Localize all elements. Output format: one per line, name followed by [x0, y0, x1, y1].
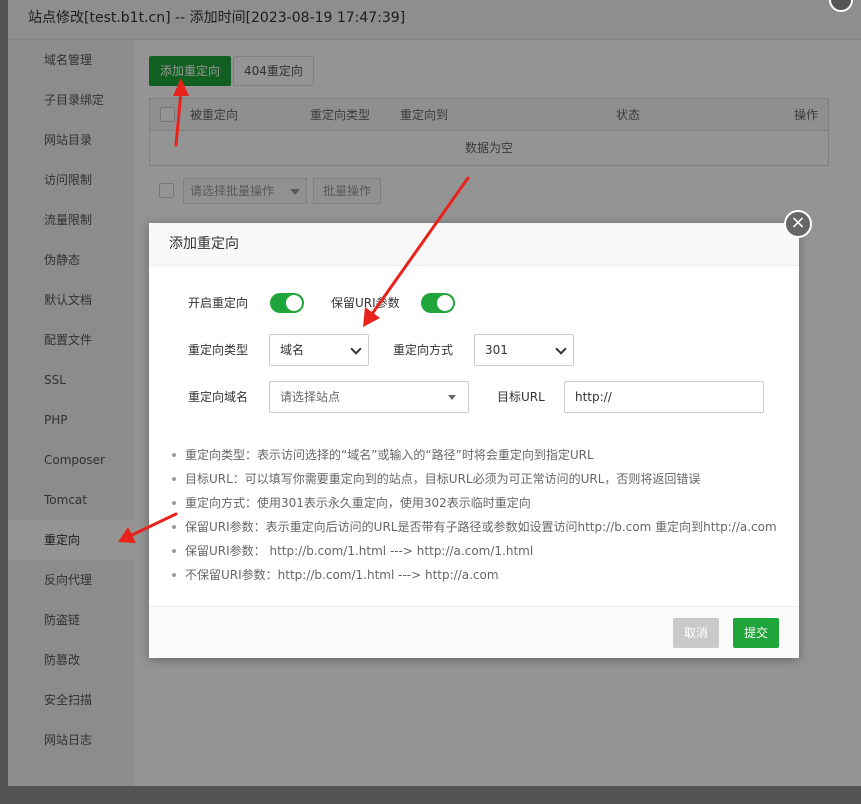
keep-uri-label: 保留URI参数: [331, 296, 400, 310]
submit-button[interactable]: 提交: [732, 618, 779, 648]
note-item: 重定向方式：使用301表示永久重定向，使用302表示临时重定向: [169, 491, 789, 515]
cancel-button[interactable]: 取消: [672, 618, 719, 648]
toggle-row: 开启重定向 保留URI参数: [149, 287, 799, 319]
redirect-domain-select[interactable]: 请选择站点: [269, 381, 469, 413]
redirect-type-label: 重定向类型: [188, 343, 249, 357]
enable-redirect-label: 开启重定向: [188, 296, 249, 310]
add-redirect-dialog: 添加重定向 × 开启重定向 保留URI参数 重定向类型 域名 重定向方式 301…: [149, 210, 812, 658]
dialog-footer: 取消 提交: [149, 606, 799, 658]
type-row: 重定向类型 域名 重定向方式 301: [149, 334, 799, 366]
dialog-title: 添加重定向: [149, 223, 799, 266]
note-item: 不保留URI参数：http://b.com/1.html ---> http:/…: [169, 563, 789, 587]
note-item: 目标URL：可以填写你需要重定向到的站点，目标URL必须为可正常访问的URL，否…: [169, 467, 789, 491]
chevron-down-icon: [555, 343, 567, 355]
redirect-method-label: 重定向方式: [393, 343, 454, 357]
chevron-down-icon: [350, 343, 362, 355]
caret-down-icon: [448, 395, 456, 400]
target-url-label: 目标URL: [497, 390, 545, 404]
redirect-method-value: 301: [485, 343, 508, 357]
redirect-domain-label: 重定向域名: [188, 390, 249, 404]
note-item: 重定向类型：表示访问选择的“域名”或输入的“路径”时将会重定向到指定URL: [169, 443, 789, 467]
close-icon[interactable]: ×: [784, 210, 812, 238]
domain-row: 重定向域名 请选择站点 目标URL http://: [149, 381, 799, 413]
help-notes: 重定向类型：表示访问选择的“域名”或输入的“路径”时将会重定向到指定URL 目标…: [169, 443, 789, 587]
note-item: 保留URI参数：表示重定向后访问的URL是否带有子路径或参数如设置访问http:…: [169, 515, 789, 539]
redirect-type-select[interactable]: 域名: [269, 334, 369, 366]
target-url-input[interactable]: http://: [564, 381, 764, 413]
keep-uri-toggle[interactable]: [421, 293, 455, 313]
note-item: 保留URI参数： http://b.com/1.html ---> http:/…: [169, 539, 789, 563]
enable-redirect-toggle[interactable]: [270, 293, 304, 313]
redirect-domain-placeholder: 请选择站点: [280, 390, 341, 404]
redirect-method-select[interactable]: 301: [474, 334, 574, 366]
redirect-type-value: 域名: [280, 343, 305, 357]
target-url-value: http://: [575, 390, 612, 404]
